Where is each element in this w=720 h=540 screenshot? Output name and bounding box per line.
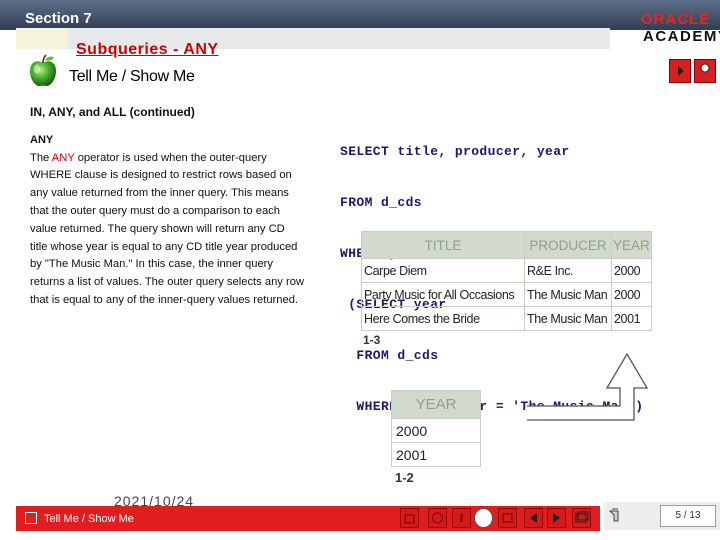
table-cell: 2001 xyxy=(611,306,652,331)
oracle-logo-text: ORACLE xyxy=(641,11,711,28)
toolbar-label: Tell Me / Show Me xyxy=(44,513,134,525)
academy-logo-text: ACADEMY xyxy=(643,28,720,45)
top-bar xyxy=(0,0,720,30)
print-icon xyxy=(502,513,513,523)
slide-subtitle: Subqueries - ANY xyxy=(76,41,219,58)
table-caption: 1-2 xyxy=(395,470,414,485)
table-header-row: TITLE PRODUCER YEAR xyxy=(361,231,652,259)
table-cell: Party Music for All Occasions xyxy=(361,282,525,307)
play-icon xyxy=(678,66,684,76)
table-cell: R&E Inc. xyxy=(524,258,612,283)
table-cell: 2000 xyxy=(611,282,652,307)
circle-icon xyxy=(700,63,710,73)
print-button[interactable] xyxy=(498,508,517,528)
table-cell: The Music Man xyxy=(524,306,612,331)
previous-button[interactable] xyxy=(524,508,543,528)
result-table: TITLE PRODUCER YEAR Carpe Diem R&E Inc. … xyxy=(361,231,652,331)
next-slide-button[interactable] xyxy=(669,59,691,83)
explanation-paragraph: The ANY operator is used when the outer-… xyxy=(30,150,305,310)
slide-menu-icon[interactable] xyxy=(25,512,37,524)
flow-arrow-icon xyxy=(527,352,649,421)
info-button[interactable] xyxy=(452,508,471,528)
speaker-icon[interactable] xyxy=(606,505,626,527)
sql-line: FROM d_cds xyxy=(340,195,423,210)
table-cell: 2000 xyxy=(611,258,652,283)
table-row: Carpe Diem R&E Inc. 2000 xyxy=(361,258,652,283)
previous-icon xyxy=(530,513,537,523)
apple-icon xyxy=(30,54,56,87)
table-cell: Here Comes the Bride xyxy=(361,306,525,331)
home-button[interactable] xyxy=(400,508,419,528)
table-caption: 1-3 xyxy=(363,333,381,347)
para-body: operator is used when the outer-query WH… xyxy=(30,151,305,306)
slides-icon xyxy=(575,511,589,523)
column-header: YEAR xyxy=(391,390,481,419)
explanation-text: IN, ANY, and ALL (continued) ANY The ANY… xyxy=(30,104,305,310)
table-row: 2001 xyxy=(391,442,481,467)
para-prefix: The xyxy=(30,151,52,164)
table-cell: Carpe Diem xyxy=(361,258,525,283)
next-button[interactable] xyxy=(547,508,566,528)
tell-me-show-me-heading: Tell Me / Show Me xyxy=(69,68,195,85)
any-subheading: ANY xyxy=(30,133,54,146)
table-row: 2000 xyxy=(391,418,481,443)
email-button[interactable] xyxy=(428,508,447,528)
column-header: TITLE xyxy=(361,231,525,259)
sql-line: SELECT title, producer, year xyxy=(340,144,570,159)
info-icon xyxy=(460,514,463,522)
next-icon xyxy=(553,513,560,523)
section-title: Section 7 xyxy=(25,10,92,27)
home-icon xyxy=(404,514,415,524)
clock-button[interactable] xyxy=(474,508,493,528)
explanation-heading: IN, ANY, and ALL (continued) xyxy=(30,105,195,119)
any-keyword: ANY xyxy=(51,151,75,164)
help-button[interactable] xyxy=(694,59,716,83)
page-indicator: 5 / 13 xyxy=(660,505,716,527)
title-band-accent xyxy=(16,28,68,49)
table-header-row: YEAR xyxy=(391,390,481,419)
table-cell: The Music Man xyxy=(524,282,612,307)
column-header: YEAR xyxy=(611,231,652,259)
table-cell: 2001 xyxy=(391,442,481,467)
column-header: PRODUCER xyxy=(524,231,612,259)
slides-view-button[interactable] xyxy=(572,508,591,528)
at-icon xyxy=(432,512,443,524)
table-cell: 2000 xyxy=(391,418,481,443)
inner-query-result-table: YEAR 2000 2001 xyxy=(391,390,481,467)
table-row: Party Music for All Occasions The Music … xyxy=(361,282,652,307)
table-row: Here Comes the Bride The Music Man 2001 xyxy=(361,306,652,331)
